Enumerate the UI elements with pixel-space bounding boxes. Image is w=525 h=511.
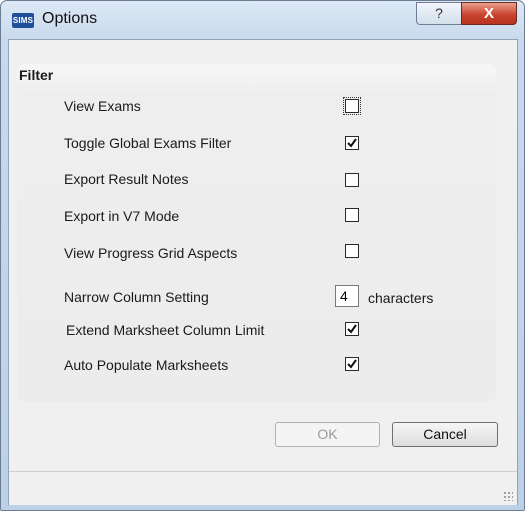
check-icon xyxy=(347,324,357,334)
status-bar xyxy=(9,471,517,505)
help-button[interactable]: ? xyxy=(416,2,462,25)
dialog-content: Filter View Exams Toggle Global Exams Fi… xyxy=(8,39,518,505)
options-dialog: SIMS Options ? X Filter View Exams Toggl… xyxy=(0,0,525,511)
help-icon: ? xyxy=(435,5,443,21)
toggle-global-exams-filter-checkbox[interactable] xyxy=(345,136,359,150)
check-icon xyxy=(347,138,357,148)
close-icon: X xyxy=(483,5,494,22)
characters-suffix: characters xyxy=(368,290,434,306)
filter-group xyxy=(17,64,496,402)
auto-populate-marksheets-label: Auto Populate Marksheets xyxy=(64,357,229,373)
cancel-button[interactable]: Cancel xyxy=(392,422,498,447)
auto-populate-marksheets-checkbox[interactable] xyxy=(345,357,359,371)
export-v7-mode-label: Export in V7 Mode xyxy=(64,208,180,224)
window-title: Options xyxy=(42,10,98,27)
view-progress-grid-aspects-checkbox[interactable] xyxy=(345,244,359,258)
export-result-notes-checkbox[interactable] xyxy=(345,173,359,187)
view-progress-grid-aspects-label: View Progress Grid Aspects xyxy=(64,245,238,261)
close-button[interactable]: X xyxy=(461,2,517,25)
sims-app-icon: SIMS xyxy=(12,13,34,28)
extend-marksheet-column-limit-checkbox[interactable] xyxy=(345,322,359,336)
toggle-global-exams-filter-label: Toggle Global Exams Filter xyxy=(64,135,232,151)
filter-group-title: Filter xyxy=(19,67,54,83)
resize-grip-icon[interactable] xyxy=(503,491,513,501)
title-bar[interactable]: SIMS Options ? X xyxy=(1,1,524,39)
narrow-column-input[interactable] xyxy=(335,285,359,307)
export-v7-mode-checkbox[interactable] xyxy=(345,208,359,222)
extend-marksheet-column-limit-label: Extend Marksheet Column Limit xyxy=(66,322,265,338)
ok-button[interactable]: OK xyxy=(275,422,380,447)
narrow-column-setting-label: Narrow Column Setting xyxy=(64,289,209,305)
view-exams-label: View Exams xyxy=(64,98,141,114)
export-result-notes-label: Export Result Notes xyxy=(64,171,189,187)
check-icon xyxy=(347,359,357,369)
view-exams-checkbox[interactable] xyxy=(343,97,361,115)
